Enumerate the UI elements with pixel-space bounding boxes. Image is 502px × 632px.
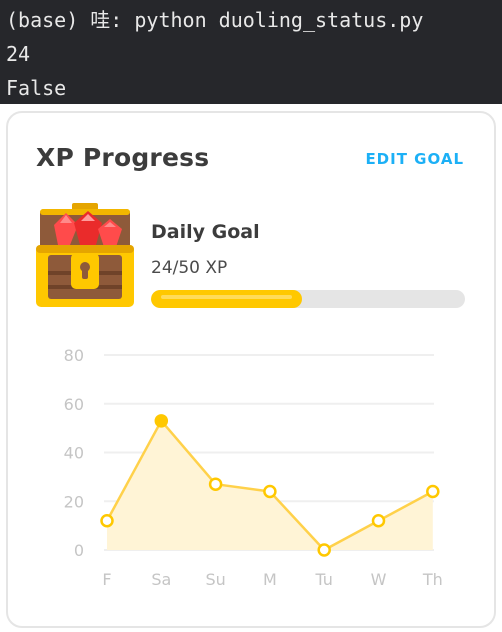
xp-line-chart: 0 20 40 60 80 F Sa Su M Tu W Th (64, 346, 443, 589)
y-tick-label: 80 (64, 346, 84, 365)
x-tick-label: Sa (151, 570, 171, 589)
xp-data-point (263, 484, 277, 499)
x-tick-label: Th (422, 570, 443, 589)
terminal-output-line: False (6, 76, 67, 100)
xp-data-point (100, 514, 114, 528)
xp-data-point (154, 414, 169, 428)
terminal-command-line: (base) 哇: python duoling_status.py (6, 8, 424, 32)
y-tick-label: 20 (64, 492, 84, 511)
x-tick-label: W (371, 570, 387, 589)
x-tick-label: Su (205, 570, 225, 589)
x-tick-label: F (102, 570, 111, 589)
x-tick-label: M (263, 570, 277, 589)
y-tick-label: 40 (64, 444, 84, 463)
xp-data-point (208, 477, 223, 491)
xp-progress-card: XP Progress EDIT GOAL Daily Goal 24/50 X… (6, 111, 496, 628)
xp-data-point (317, 543, 331, 557)
x-tick-label: Tu (314, 570, 332, 589)
y-tick-label: 0 (74, 541, 84, 560)
xp-data-point (371, 514, 386, 528)
terminal-output-line: 24 (6, 42, 31, 66)
y-tick-label: 60 (64, 395, 84, 414)
xp-data-point (426, 484, 440, 499)
terminal-output: (base) 哇: python duoling_status.py 24 Fa… (0, 0, 502, 104)
